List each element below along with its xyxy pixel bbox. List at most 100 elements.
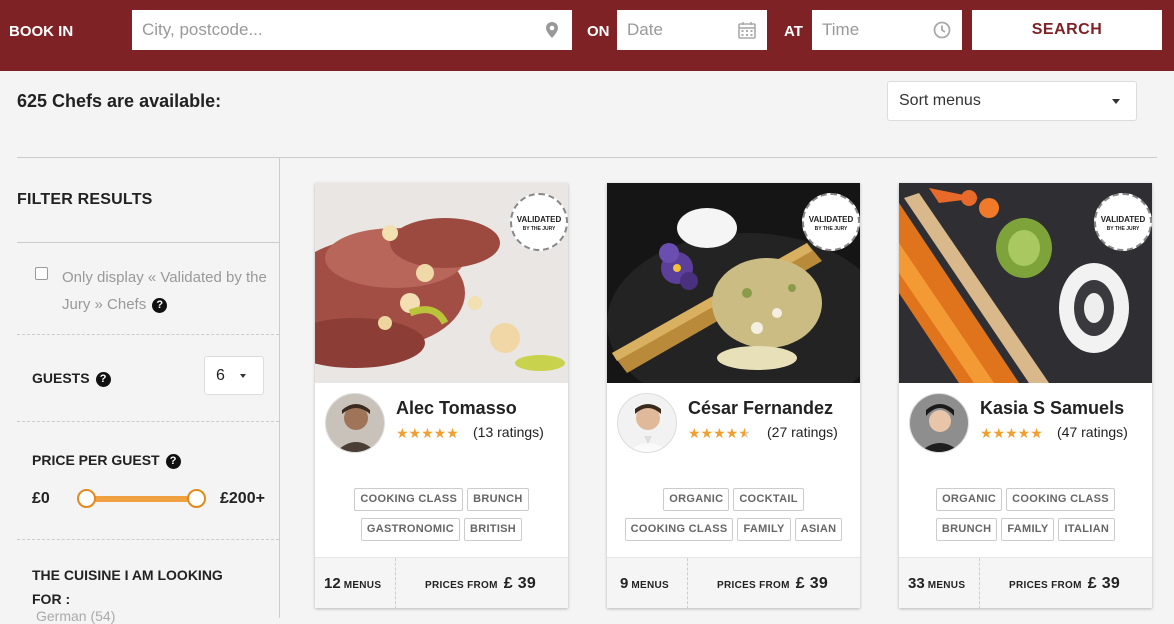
results-count: 625 Chefs are available:	[17, 91, 222, 111]
tag[interactable]: GASTRONOMIC	[360, 518, 460, 541]
cuisine-option[interactable]: German (54)	[36, 608, 115, 624]
price-from: PRICES FROM £ 39	[425, 575, 536, 593]
location-field[interactable]	[132, 10, 572, 50]
sort-menus-select[interactable]: Sort menus	[887, 81, 1137, 121]
sort-label: Sort menus	[899, 92, 981, 109]
help-icon[interactable]: ?	[152, 298, 168, 313]
date-field[interactable]	[617, 10, 767, 50]
menus-count: 12 MENUS	[324, 575, 381, 592]
price-from: PRICES FROM £ 39	[717, 575, 828, 593]
divider	[17, 242, 279, 243]
prices-label: PRICES FROM	[717, 580, 790, 591]
badge-subtext: BY THE JURY	[1106, 226, 1140, 232]
tag[interactable]: FAMILY	[737, 518, 791, 541]
help-icon[interactable]: ?	[95, 372, 111, 387]
badge-subtext: BY THE JURY	[814, 226, 848, 232]
avatar	[617, 393, 677, 453]
price-amount: £ 39	[1087, 575, 1121, 592]
chef-card[interactable]: VALIDATED BY THE JURY Alec Tomasso ★★★★★ …	[315, 183, 568, 608]
validated-badge: VALIDATED BY THE JURY	[1094, 193, 1152, 251]
prices-label: PRICES FROM	[1009, 580, 1082, 591]
rating-stars: ★★★★★	[688, 425, 751, 441]
guests-text: GUESTS	[32, 370, 90, 386]
price-per-guest-label: PRICE PER GUEST?	[32, 452, 181, 469]
price-from: PRICES FROM £ 39	[1009, 575, 1120, 593]
tag[interactable]: COOKING CLASS	[1006, 488, 1115, 511]
guests-select[interactable]: 6	[204, 356, 264, 395]
calendar-icon	[738, 22, 756, 39]
menus-number: 12	[324, 575, 341, 592]
location-pin-icon	[546, 22, 558, 38]
prices-label: PRICES FROM	[425, 580, 498, 591]
price-max-label: £200+	[220, 490, 265, 507]
divider	[395, 558, 396, 608]
filter-title: FILTER RESULTS	[17, 191, 153, 208]
sidebar-divider	[279, 158, 280, 618]
menus-number: 33	[908, 575, 925, 592]
tag-list: COOKING CLASS BRUNCH GASTRONOMIC BRITISH	[315, 488, 568, 548]
clock-icon	[933, 21, 951, 39]
avatar	[325, 393, 385, 453]
menus-label: MENUS	[927, 580, 966, 591]
price-amount: £ 39	[795, 575, 829, 592]
tag[interactable]: COOKING CLASS	[624, 518, 734, 541]
tag[interactable]: ORGANIC	[936, 488, 1003, 511]
divider	[17, 421, 279, 422]
card-footer: 33 MENUS PRICES FROM £ 39	[899, 557, 1152, 608]
tag[interactable]: COCKTAIL	[733, 488, 804, 511]
divider	[17, 334, 279, 335]
ratings-count: (13 ratings)	[473, 424, 544, 440]
divider	[979, 558, 980, 608]
price-range-track[interactable]	[87, 496, 197, 502]
book-in-label: BOOK IN	[9, 23, 74, 40]
tag[interactable]: BRITISH	[463, 518, 523, 541]
chef-card[interactable]: VALIDATED BY THE JURY Kasia S Samuels ★★★…	[899, 183, 1152, 608]
tag[interactable]: ASIAN	[794, 518, 843, 541]
divider	[17, 157, 1157, 158]
validated-badge: VALIDATED BY THE JURY	[510, 193, 568, 251]
help-icon[interactable]: ?	[165, 454, 181, 469]
avatar	[909, 393, 969, 453]
validated-checkbox[interactable]	[35, 267, 48, 280]
ratings-count: (47 ratings)	[1057, 424, 1128, 440]
price-amount: £ 39	[503, 575, 537, 592]
menus-number: 9	[620, 575, 629, 592]
price-min-handle[interactable]	[77, 489, 96, 508]
validated-badge: VALIDATED BY THE JURY	[802, 193, 860, 251]
at-label: AT	[784, 23, 803, 40]
caret-down-icon	[1112, 99, 1120, 104]
price-max-handle[interactable]	[187, 489, 206, 508]
cuisine-label: THE CUISINE I AM LOOKING FOR :	[32, 567, 223, 607]
menus-count: 9 MENUS	[620, 575, 669, 592]
badge-text: VALIDATED	[516, 215, 562, 224]
tag[interactable]: BRUNCH	[467, 488, 529, 511]
badge-text: VALIDATED	[1100, 215, 1146, 224]
menus-count: 33 MENUS	[908, 575, 965, 592]
tag[interactable]: BRUNCH	[935, 518, 998, 541]
caret-down-icon	[240, 374, 246, 378]
tag-list: ORGANIC COCKTAIL COOKING CLASS FAMILY ASIAN	[607, 488, 860, 548]
guests-label: GUESTS?	[32, 370, 111, 387]
tag[interactable]: ORGANIC	[663, 488, 730, 511]
tag[interactable]: FAMILY	[1001, 518, 1055, 541]
tag[interactable]: ITALIAN	[1058, 518, 1116, 541]
chef-card[interactable]: VALIDATED BY THE JURY César Fernandez ★★★…	[607, 183, 860, 608]
card-footer: 9 MENUS PRICES FROM £ 39	[607, 557, 860, 608]
tag[interactable]: COOKING CLASS	[354, 488, 464, 511]
search-bar: BOOK IN ON AT SEARCH	[0, 0, 1174, 71]
time-field[interactable]	[812, 10, 962, 50]
chef-name[interactable]: Kasia S Samuels	[980, 398, 1124, 419]
search-button[interactable]: SEARCH	[972, 10, 1162, 50]
menus-label: MENUS	[631, 580, 669, 591]
badge-text: VALIDATED	[808, 215, 854, 224]
card-footer: 12 MENUS PRICES FROM £ 39	[315, 557, 568, 608]
divider	[687, 558, 688, 608]
on-label: ON	[587, 23, 610, 40]
chef-name[interactable]: Alec Tomasso	[396, 398, 517, 419]
divider	[17, 539, 279, 540]
rating-stars: ★★★★★	[980, 425, 1043, 441]
chef-name[interactable]: César Fernandez	[688, 398, 833, 419]
location-input[interactable]	[132, 10, 572, 50]
price-min-label: £0	[32, 490, 50, 507]
badge-subtext: BY THE JURY	[522, 226, 556, 232]
